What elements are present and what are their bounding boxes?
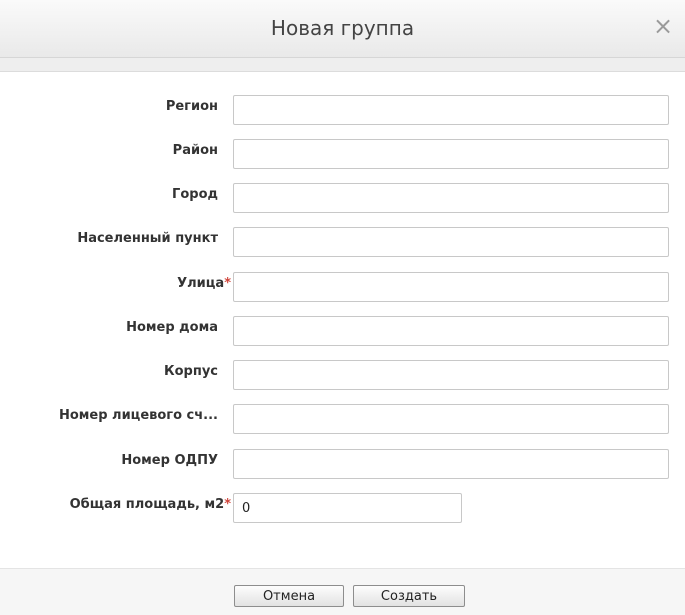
required-mark: * [224, 276, 231, 291]
region-label: Регион [165, 99, 218, 114]
settlement-input[interactable] [233, 227, 669, 257]
dialog-footer: Отмена Создать [0, 568, 685, 615]
street-label: Улица* [177, 276, 231, 291]
house-number-input[interactable] [233, 316, 669, 346]
city-label: Город [172, 187, 218, 202]
account-number-label: Номер лицевого сч... [58, 408, 218, 423]
building-label: Корпус [163, 364, 218, 379]
district-input[interactable] [233, 139, 669, 169]
dialog-titlebar: Новая группа × [0, 0, 685, 58]
building-input[interactable] [233, 360, 669, 390]
settlement-label: Населенный пункт [77, 231, 218, 246]
create-button[interactable]: Создать [353, 585, 465, 607]
street-input[interactable] [233, 272, 669, 302]
dialog-title: Новая группа [270, 16, 415, 40]
cancel-button[interactable]: Отмена [234, 585, 344, 607]
house-number-label: Номер дома [126, 320, 218, 335]
total-area-label: Общая площадь, м2* [69, 497, 231, 512]
odpu-number-label: Номер ОДПУ [121, 453, 218, 468]
total-area-input[interactable] [233, 493, 462, 523]
account-number-input[interactable] [233, 404, 669, 434]
close-icon[interactable]: × [649, 12, 677, 40]
district-label: Район [172, 143, 218, 158]
required-mark: * [224, 497, 231, 512]
odpu-number-input[interactable] [233, 449, 669, 479]
city-input[interactable] [233, 183, 669, 213]
new-group-dialog: Новая группа × Регион Район Город Населе… [0, 0, 685, 615]
titlebar-divider [0, 58, 685, 72]
region-input[interactable] [233, 95, 669, 125]
